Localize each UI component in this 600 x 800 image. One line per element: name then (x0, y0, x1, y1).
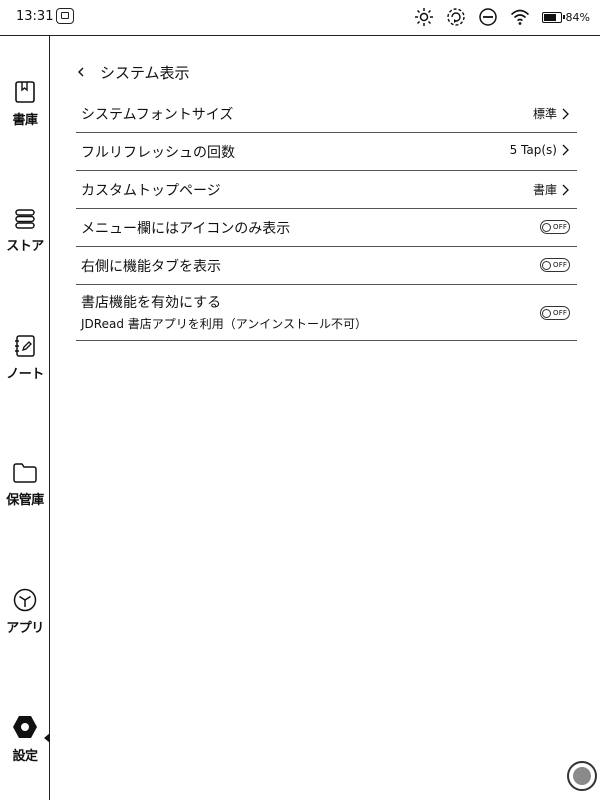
sidebar-item-label: ストア (6, 239, 44, 254)
status-bar: 13:31 84% (0, 0, 600, 36)
page-header: システム表示 (76, 60, 190, 84)
sidebar-item-store[interactable]: ストア (0, 208, 50, 254)
toggle-knob (542, 308, 551, 318)
sidebar-item-label: 設定 (12, 749, 38, 764)
selected-indicator (44, 733, 50, 743)
toggle-knob (542, 260, 551, 270)
settings-list: システムフォントサイズ 標準 フルリフレッシュの回数 5 Tap(s) カスタム… (76, 95, 577, 341)
toggle-knob (542, 222, 551, 232)
toggle-state: OFF (553, 223, 568, 231)
sidebar-item-label: 書庫 (12, 113, 38, 128)
refresh-mode-icon[interactable] (446, 7, 466, 27)
storage-folder-icon (13, 463, 37, 483)
sidebar-item-apps[interactable]: アプリ (0, 588, 50, 636)
setting-value-text: 書庫 (532, 183, 557, 197)
setting-label: 右側に機能タブを表示 (81, 259, 221, 275)
bookstore-toggle[interactable]: OFF (540, 306, 570, 320)
setting-label: 書店機能を有効にする (81, 295, 222, 311)
back-chevron-icon[interactable] (76, 67, 86, 77)
page-title: システム表示 (100, 63, 190, 82)
chevron-right-icon (562, 184, 569, 195)
toggle-state: OFF (553, 309, 568, 317)
setting-value-text: 標準 (532, 107, 557, 121)
chevron-right-icon (562, 108, 569, 119)
library-icon (15, 81, 35, 103)
setting-row-bookstore: 書店機能を有効にする JDRead 書店アプリを利用（アンインストール不可） O… (76, 285, 577, 341)
status-time: 13:31 (16, 9, 54, 24)
setting-row-custom-top-page[interactable]: カスタムトップページ 書庫 (76, 171, 577, 209)
settings-icon (13, 716, 37, 738)
sidebar-item-notes[interactable]: ノート (0, 334, 50, 382)
sidebar-item-label: 保管庫 (6, 493, 44, 508)
sidebar-item-settings[interactable]: 設定 (0, 714, 50, 764)
battery-icon (541, 11, 565, 23)
cast-icon[interactable] (56, 8, 74, 24)
setting-label: フルリフレッシュの回数 (81, 145, 235, 161)
sidebar-item-library[interactable]: 書庫 (0, 80, 50, 128)
setting-value: 標準 (533, 105, 569, 122)
setting-row-menu-icons-only: メニュー欄にはアイコンのみ表示 OFF (76, 209, 577, 247)
battery-percent: 84% (565, 10, 590, 24)
setting-row-right-function-tab: 右側に機能タブを表示 OFF (76, 247, 577, 285)
do-not-disturb-icon[interactable] (478, 7, 498, 27)
store-icon (15, 209, 35, 229)
setting-value: 書庫 (533, 181, 569, 198)
sidebar-item-label: ノート (6, 367, 44, 382)
battery-level (543, 13, 557, 21)
sidebar-item-label: アプリ (6, 621, 44, 636)
setting-label: カスタムトップページ (81, 183, 221, 199)
battery-indicator: 84% (541, 10, 590, 24)
sidebar: 書庫 ストア ノート 保管庫 アプリ 設定 (0, 36, 50, 800)
apps-icon (13, 588, 37, 612)
setting-sublabel: JDRead 書店アプリを利用（アンインストール不可） (81, 317, 368, 331)
setting-label: システムフォントサイズ (81, 107, 234, 123)
right-function-tab-toggle[interactable]: OFF (540, 258, 570, 272)
setting-row-font-size[interactable]: システムフォントサイズ 標準 (76, 95, 577, 133)
notes-icon (15, 335, 35, 357)
setting-value: 5 Tap(s) (510, 143, 569, 157)
sidebar-item-storage[interactable]: 保管庫 (0, 462, 50, 508)
toggle-state: OFF (553, 261, 568, 269)
status-icons: 84% (414, 7, 590, 27)
setting-label: メニュー欄にはアイコンのみ表示 (81, 221, 291, 237)
menu-icons-only-toggle[interactable]: OFF (540, 220, 570, 234)
setting-value-text: 5 Tap(s) (509, 143, 557, 157)
setting-row-full-refresh[interactable]: フルリフレッシュの回数 5 Tap(s) (76, 133, 577, 171)
brightness-icon[interactable] (414, 7, 434, 27)
chevron-right-icon (562, 144, 569, 156)
floating-menu-button-icon[interactable] (567, 761, 597, 791)
wifi-icon[interactable] (510, 7, 530, 27)
